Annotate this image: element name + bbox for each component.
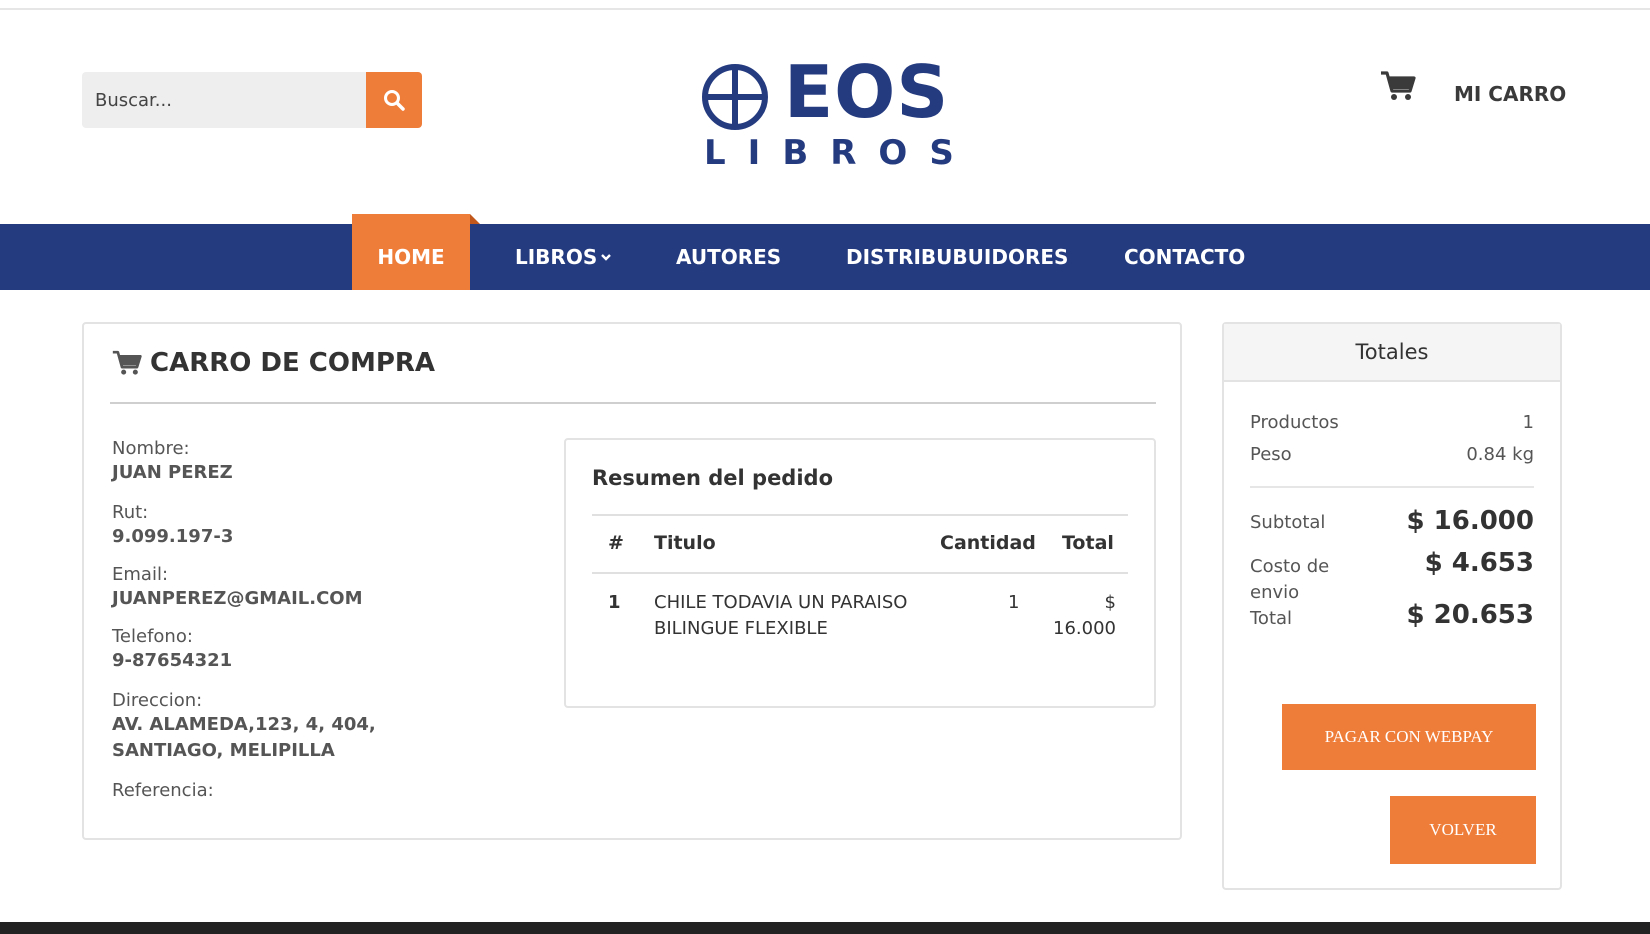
nav-autores[interactable]: AUTORES — [676, 224, 781, 290]
logo-globe-icon — [702, 64, 768, 130]
envio-value: $ 4.653 — [1424, 548, 1534, 578]
productos-value: 1 — [1522, 412, 1534, 433]
row-total-amount: 16.000 — [1053, 618, 1116, 639]
productos-label: Productos — [1250, 412, 1339, 433]
nombre-label: Nombre: — [112, 438, 190, 459]
search-button[interactable] — [366, 72, 422, 128]
totals-panel: Totales Productos 1 Peso 0.84 kg Subtota… — [1222, 322, 1562, 890]
email-value: JUANPEREZ@GMAIL.COM — [112, 588, 363, 609]
email-label: Email: — [112, 564, 169, 585]
referencia-label: Referencia: — [112, 780, 214, 801]
summary-divider — [592, 514, 1128, 516]
peso-label: Peso — [1250, 444, 1292, 465]
row-total-currency: $ — [1104, 592, 1116, 613]
nav-home[interactable]: HOME — [352, 214, 470, 290]
row-num: 1 — [608, 592, 621, 613]
rut-label: Rut: — [112, 502, 149, 523]
nav-libros-label: LIBROS — [515, 245, 598, 269]
rut-value: 9.099.197-3 — [112, 526, 234, 547]
main-nav: LIBROS AUTORES DISTRIBUBUIDORES CONTACTO — [0, 224, 1650, 290]
telefono-value: 9-87654321 — [112, 650, 233, 671]
nav-contacto[interactable]: CONTACTO — [1124, 224, 1245, 290]
top-divider — [0, 8, 1650, 10]
logo-subtitle: LIBROS — [704, 133, 976, 173]
summary-title: Resumen del pedido — [592, 466, 833, 490]
col-header-cantidad: Cantidad — [940, 532, 1036, 554]
subtotal-label: Subtotal — [1250, 512, 1326, 533]
nav-libros[interactable]: LIBROS — [515, 224, 612, 290]
my-cart-link[interactable]: MI CARRO — [1380, 66, 1566, 106]
cart-heading: CARRO DE COMPRA — [112, 348, 435, 378]
telefono-label: Telefono: — [112, 626, 193, 647]
cart-icon — [1381, 71, 1416, 100]
totals-title: Totales — [1224, 324, 1560, 382]
cart-icon — [112, 350, 142, 375]
total-label: Total — [1250, 608, 1293, 629]
total-value: $ 20.653 — [1406, 600, 1534, 630]
envio-label-line2: envio — [1250, 582, 1300, 603]
col-header-titulo: Titulo — [654, 532, 716, 554]
footer-bar — [0, 922, 1650, 934]
envio-label-line1: Costo de — [1250, 556, 1330, 577]
logo-word: EOS — [784, 50, 950, 134]
direccion-label: Direccion: — [112, 690, 203, 711]
col-header-num: # — [608, 532, 624, 554]
peso-value: 0.84 kg — [1466, 444, 1534, 465]
direccion-value-line1: AV. ALAMEDA,123, 4, 404, — [112, 714, 376, 735]
direccion-value-line2: SANTIAGO, MELIPILLA — [112, 740, 335, 761]
nav-distribuidores[interactable]: DISTRIBUBUIDORES — [846, 224, 1068, 290]
row-titulo-line1: CHILE TODAVIA UN PARAISO — [654, 592, 908, 613]
back-button[interactable]: VOLVER — [1390, 796, 1536, 864]
cart-panel: CARRO DE COMPRA Nombre: JUAN PEREZ Rut: … — [82, 322, 1182, 840]
nav-home-tab-corner — [470, 214, 480, 224]
chevron-down-icon — [601, 254, 612, 261]
my-cart-label: MI CARRO — [1454, 82, 1567, 106]
site-logo[interactable]: EOS LIBROS — [700, 56, 954, 178]
summary-header-rule — [592, 572, 1128, 574]
cart-divider — [110, 402, 1156, 404]
pay-webpay-button[interactable]: PAGAR CON WEBPAY — [1282, 704, 1536, 770]
col-header-total: Total — [1062, 532, 1114, 554]
search-bar — [82, 72, 422, 128]
row-cantidad: 1 — [1008, 592, 1020, 613]
row-titulo-line2: BILINGUE FLEXIBLE — [654, 618, 828, 639]
totals-divider — [1250, 486, 1534, 488]
subtotal-value: $ 16.000 — [1406, 506, 1534, 536]
search-icon — [384, 90, 405, 111]
order-summary: Resumen del pedido # Titulo Cantidad Tot… — [564, 438, 1156, 708]
cart-title: CARRO DE COMPRA — [150, 348, 436, 378]
search-input[interactable] — [82, 72, 366, 128]
nombre-value: JUAN PEREZ — [112, 462, 233, 483]
